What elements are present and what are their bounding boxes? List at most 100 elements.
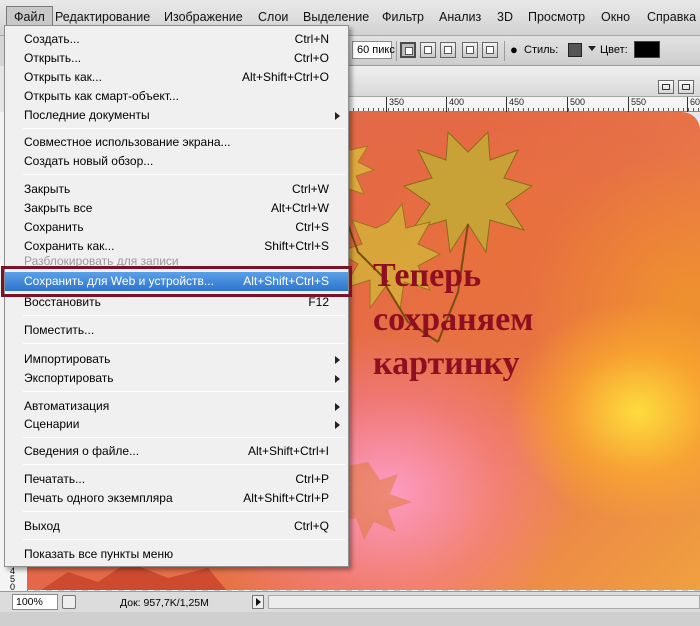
play-arrow-icon[interactable] [252,595,264,609]
menu-item-file-info[interactable]: Сведения о файле... Alt+Shift+Ctrl+I [5,442,348,461]
ruler-label: 500 [567,97,585,112]
menu-separator [23,174,345,175]
menu-item-label: Последние документы [24,108,150,122]
status-bar: 100% Док: 957,7K/1,25M [0,591,700,612]
menu-item-label: Сохранить [24,220,84,234]
style-label: Стиль: [524,44,559,56]
menu-image[interactable]: Изображение [164,10,243,24]
menu-item-automate[interactable]: Автоматизация [5,397,348,416]
refine-selection-icon[interactable] [482,42,498,58]
style-swatch[interactable] [568,43,582,57]
menu-item-label: Открыть как... [24,70,102,84]
menu-item-show-all[interactable]: Показать все пункты меню [5,545,348,564]
ruler-label: 600 [687,97,700,112]
menu-item-shortcut: Ctrl+S [295,220,329,234]
ruler-label: 450 [506,97,524,112]
caption-line: сохраняем [373,301,534,338]
menu-item-new[interactable]: Создать... Ctrl+N [5,30,348,49]
menu-select[interactable]: Выделение [303,10,369,24]
options-bar: 60 пикс ● Стиль: Цвет: [348,36,700,66]
submenu-arrow-icon [335,403,340,411]
chevron-down-icon[interactable] [588,46,596,51]
menu-item-label: Закрыть все [24,201,93,215]
menu-item-shortcut: Alt+Shift+Ctrl+S [243,274,329,288]
bottom-strip [0,612,700,626]
menu-item-export[interactable]: Экспортировать [5,369,348,388]
menu-edit[interactable]: Редактирование [55,10,150,24]
overlay-caption: Теперь сохраняем картинку [373,254,673,386]
add-selection-icon[interactable] [420,42,436,58]
menu-item-shortcut: Alt+Ctrl+W [270,201,329,215]
menu-item-print[interactable]: Печатать... Ctrl+P [5,470,348,489]
menu-item-open-smart-object[interactable]: Открыть как смарт-объект... [5,87,348,106]
menu-item-label: Показать все пункты меню [24,547,174,561]
menu-item-label: Сценарии [24,417,80,431]
submenu-arrow-icon [335,112,340,120]
menu-separator [23,511,345,512]
submenu-arrow-icon [335,356,340,364]
menu-item-label: Создать новый обзор... [24,154,154,168]
ruler-label: 400 [446,97,464,112]
menu-item-save[interactable]: Сохранить Ctrl+S [5,218,348,237]
document-tab-bar [348,66,700,97]
menu-help[interactable]: Справка [647,10,696,24]
menu-item-label: Открыть как смарт-объект... [24,89,179,103]
caption-line: картинку [373,345,520,382]
menu-item-close-all[interactable]: Закрыть все Alt+Ctrl+W [5,199,348,218]
menu-item-label: Сохранить как... [24,239,115,253]
menu-item-exit[interactable]: Выход Ctrl+Q [5,517,348,536]
subtract-selection-icon[interactable] [440,42,456,58]
menu-item-new-review[interactable]: Создать новый обзор... [5,152,348,171]
menu-item-open-as[interactable]: Открыть как... Alt+Shift+Ctrl+O [5,68,348,87]
menu-item-shortcut: Ctrl+Q [293,519,329,533]
menu-separator [23,437,345,438]
menu-item-shortcut: Ctrl+O [293,51,329,65]
menu-item-revert[interactable]: Восстановить F12 [5,293,348,312]
lock-icon[interactable]: ● [510,42,518,57]
menu-window[interactable]: Окно [601,10,630,24]
menu-item-label: Импортировать [24,352,111,366]
menu-item-label: Создать... [24,32,80,46]
menu-filter[interactable]: Фильтр [382,10,424,24]
menu-item-scripts[interactable]: Сценарии [5,415,348,434]
menu-item-unlock-write: Разблокировать для записи [5,254,348,268]
menu-item-label: Сохранить для Web и устройств... [24,274,214,288]
ruler-label: 550 [628,97,646,112]
color-swatch[interactable] [634,41,660,58]
proof-icon[interactable] [62,595,76,609]
menu-3d[interactable]: 3D [497,10,513,24]
horizontal-ruler: 350 400 450 500 550 600 [348,97,700,112]
menu-item-import[interactable]: Импортировать [5,350,348,369]
menu-item-place[interactable]: Поместить... [5,321,348,340]
menu-item-shortcut: Alt+Shift+Ctrl+I [247,444,329,458]
menu-analysis[interactable]: Анализ [439,10,481,24]
menu-layers[interactable]: Слои [258,10,288,24]
menu-separator [23,391,345,392]
menu-item-shortcut: Alt+Shift+Ctrl+P [243,491,329,505]
feather-input[interactable]: 60 пикс [352,41,395,59]
submenu-arrow-icon [335,421,340,429]
menu-item-recent[interactable]: Последние документы [5,106,348,125]
menu-separator [23,539,345,540]
restore-window-icon[interactable] [658,80,674,94]
menu-item-print-one-copy[interactable]: Печать одного экземпляра Alt+Shift+Ctrl+… [5,489,348,508]
maximize-window-icon[interactable] [678,80,694,94]
intersect-selection-icon[interactable] [462,42,478,58]
menu-item-shortcut: Alt+Shift+Ctrl+O [241,70,329,84]
zoom-field[interactable]: 100% [12,594,58,610]
submenu-arrow-icon [335,375,340,383]
menu-item-label: Закрыть [24,182,71,196]
menu-item-label: Выход [24,519,60,533]
menu-item-shortcut: Shift+Ctrl+S [264,239,329,253]
menu-item-save-for-web[interactable]: Сохранить для Web и устройств... Alt+Shi… [5,272,348,291]
menu-separator [23,128,345,129]
menu-item-close[interactable]: Закрыть Ctrl+W [5,180,348,199]
menu-item-label: Восстановить [24,295,101,309]
new-selection-icon[interactable] [400,42,416,58]
menu-item-share-screen[interactable]: Совместное использование экрана... [5,133,348,152]
menu-item-open[interactable]: Открыть... Ctrl+O [5,49,348,68]
menu-view[interactable]: Просмотр [528,10,585,24]
horizontal-scrollbar[interactable] [268,595,700,609]
menu-item-label: Сведения о файле... [24,444,140,458]
menu-item-label: Автоматизация [24,399,110,413]
